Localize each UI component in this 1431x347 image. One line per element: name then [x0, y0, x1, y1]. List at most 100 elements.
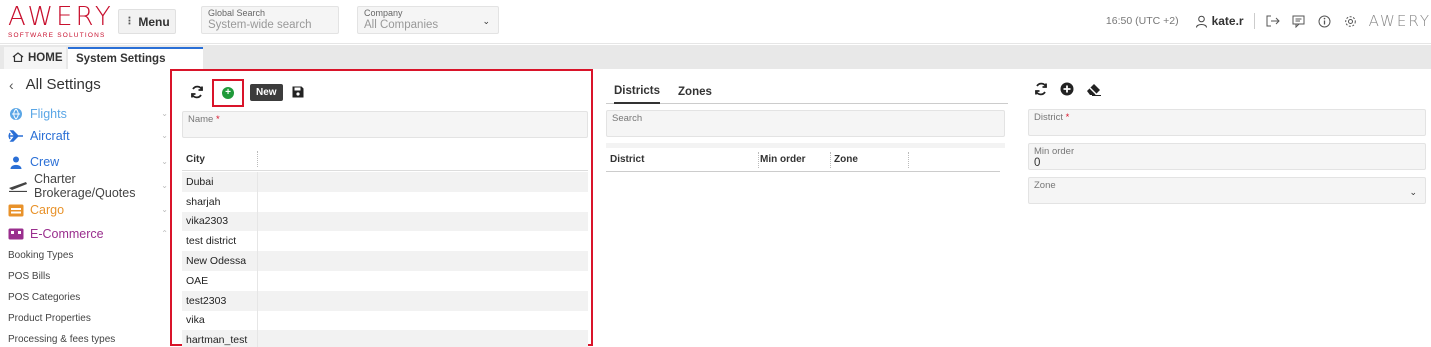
company-select[interactable]: Company All Companies ⌄	[357, 6, 499, 34]
city-cell: OAE	[186, 274, 209, 287]
district-field[interactable]: District *	[1028, 109, 1426, 136]
table-row[interactable]: New Odessa	[182, 251, 588, 271]
globe-icon	[8, 107, 24, 121]
zone-column-header[interactable]: Zone	[834, 154, 858, 165]
tab-districts[interactable]: Districts	[614, 80, 661, 104]
chat-icon[interactable]	[1291, 13, 1307, 29]
info-icon[interactable]	[1317, 13, 1333, 29]
chevron-up-icon: ⌃	[161, 229, 168, 238]
search-label: Search	[612, 113, 643, 124]
grid-header-divider	[606, 171, 1000, 172]
add-button[interactable]: +	[212, 78, 244, 107]
sidebar-subitem-processing-fees-types[interactable]: Processing & fees types	[8, 334, 115, 345]
city-cell: test district	[186, 235, 237, 248]
company-label: Company	[364, 8, 403, 18]
table-row[interactable]: sharjah	[182, 191, 588, 212]
chevron-left-icon: ‹	[9, 76, 14, 93]
city-cell: test2303	[186, 294, 227, 307]
tab-bar: HOME System Settings	[0, 45, 1431, 69]
city-cell: Dubai	[186, 175, 214, 188]
menu-dots-icon: ⋮	[124, 16, 135, 27]
plane-takeoff-icon	[8, 179, 28, 193]
refresh-icon[interactable]	[186, 81, 208, 103]
new-badge: New	[250, 83, 283, 101]
sidebar-subitem-pos-categories[interactable]: POS Categories	[8, 292, 80, 303]
plus-circle-icon[interactable]	[1060, 82, 1074, 99]
tab-system-settings[interactable]: System Settings	[68, 47, 203, 69]
table-row[interactable]: vika	[182, 310, 588, 331]
user-icon	[1195, 15, 1207, 28]
districts-grid-header: District Min order Zone	[610, 150, 1005, 170]
grid-top-strip	[606, 143, 1005, 148]
tab-zones[interactable]: Zones	[678, 80, 712, 104]
refresh-icon[interactable]	[1034, 82, 1048, 99]
required-marker: *	[1063, 112, 1070, 123]
eraser-icon[interactable]	[1086, 83, 1102, 99]
city-column-header[interactable]: City	[182, 149, 588, 169]
logo-subtitle: SOFTWARE SOLUTIONS	[8, 32, 106, 39]
chevron-down-icon: ⌄	[482, 16, 490, 26]
sidebar-item-crew[interactable]: Crew ⌄	[8, 152, 170, 172]
name-field[interactable]: Name *	[182, 111, 588, 138]
district-column-header[interactable]: District	[610, 154, 644, 165]
column-resizer[interactable]	[257, 151, 258, 167]
chevron-down-icon: ⌄	[1409, 187, 1417, 197]
column-resizer[interactable]	[758, 152, 759, 168]
cities-list: Dubai sharjah vika2303 test district New…	[182, 172, 588, 347]
column-resizer[interactable]	[908, 152, 909, 168]
sidebar-subitem-pos-bills[interactable]: POS Bills	[8, 271, 50, 282]
districts-search-input[interactable]: Search	[606, 110, 1005, 137]
header-divider	[1253, 13, 1255, 29]
min-order-label: Min order	[1034, 146, 1075, 157]
column-resizer[interactable]	[830, 152, 831, 168]
district-form-panel: District * Min order 0 Zone ⌄	[1028, 80, 1426, 346]
sidebar-item-label: Crew	[30, 155, 60, 169]
global-search-label: Global Search	[208, 8, 266, 18]
min-order-column-header[interactable]: Min order	[760, 154, 806, 165]
tab-system-settings-label: System Settings	[76, 53, 166, 65]
table-row[interactable]: hartman_test	[182, 330, 588, 347]
company-value: All Companies	[364, 19, 439, 31]
cities-toolbar: + New	[186, 78, 309, 107]
sidebar-item-label: E-Commerce	[30, 227, 104, 241]
city-column-label: City	[186, 153, 205, 165]
table-row[interactable]: Dubai	[182, 172, 588, 192]
logout-icon[interactable]	[1265, 13, 1281, 29]
global-search-placeholder: System-wide search	[208, 19, 312, 31]
sidebar-subitem-booking-types[interactable]: Booking Types	[8, 250, 73, 261]
menu-button[interactable]: ⋮ Menu	[118, 9, 176, 34]
global-search-input[interactable]: Global Search System-wide search	[201, 6, 339, 34]
chevron-down-icon: ⌄	[161, 157, 168, 166]
district-field-label: District	[1034, 112, 1064, 123]
districts-panel: Districts Zones Search District Min orde…	[606, 80, 1008, 346]
gear-icon[interactable]	[1343, 13, 1359, 29]
sidebar-item-aircraft[interactable]: Aircraft ⌄	[8, 126, 170, 146]
table-row[interactable]: test2303	[182, 290, 588, 311]
tab-home[interactable]: HOME	[4, 47, 66, 69]
plus-circle-icon: +	[222, 86, 234, 99]
city-cell: New Odessa	[186, 255, 247, 268]
ecommerce-icon	[8, 227, 24, 241]
zone-label: Zone	[1034, 180, 1056, 191]
awery-logo[interactable]: AWERY SOFTWARE SOLUTIONS	[8, 4, 114, 39]
user-menu[interactable]: kate.r	[1195, 14, 1244, 28]
sidebar-item-label: Flights	[30, 107, 67, 121]
sidebar-item-ecommerce[interactable]: E-Commerce ⌃	[8, 224, 170, 244]
min-order-value: 0	[1034, 157, 1041, 169]
table-row[interactable]: vika2303	[182, 211, 588, 232]
sidebar-item-charter-brokerage[interactable]: Charter Brokerage/Quotes ⌄	[8, 172, 170, 200]
city-cell: hartman_test	[186, 334, 248, 347]
table-row[interactable]: test district	[182, 231, 588, 252]
person-icon	[8, 155, 24, 169]
sidebar-item-cargo[interactable]: Cargo ⌄	[8, 200, 170, 220]
sidebar-item-flights[interactable]: Flights ⌄	[8, 104, 170, 124]
save-icon[interactable]	[287, 81, 309, 103]
all-settings-back[interactable]: ‹ All Settings	[9, 76, 101, 93]
min-order-field[interactable]: Min order 0	[1028, 143, 1426, 170]
table-row[interactable]: OAE	[182, 270, 588, 291]
plane-icon	[8, 129, 24, 143]
zone-select[interactable]: Zone ⌄	[1028, 177, 1426, 204]
sidebar-item-label: Cargo	[30, 203, 65, 217]
logo-text: AWERY	[8, 2, 114, 32]
sidebar-subitem-product-properties[interactable]: Product Properties	[8, 313, 91, 324]
